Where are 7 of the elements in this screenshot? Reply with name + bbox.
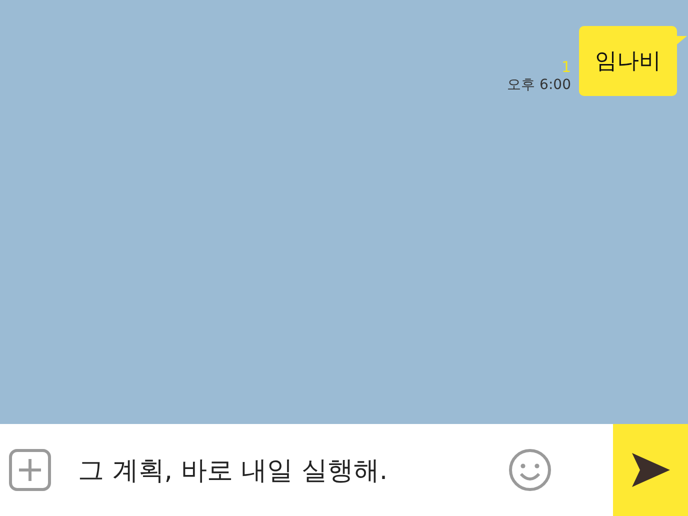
unread-count: 1 <box>561 58 571 76</box>
message-input[interactable]: 그 계획, 바로 내일 실행해. <box>78 445 518 495</box>
send-icon <box>630 450 670 490</box>
send-button[interactable] <box>613 424 688 516</box>
message-time: 오후 6:00 <box>507 76 571 94</box>
emoji-icon[interactable] <box>508 448 552 492</box>
add-icon[interactable] <box>9 449 51 491</box>
